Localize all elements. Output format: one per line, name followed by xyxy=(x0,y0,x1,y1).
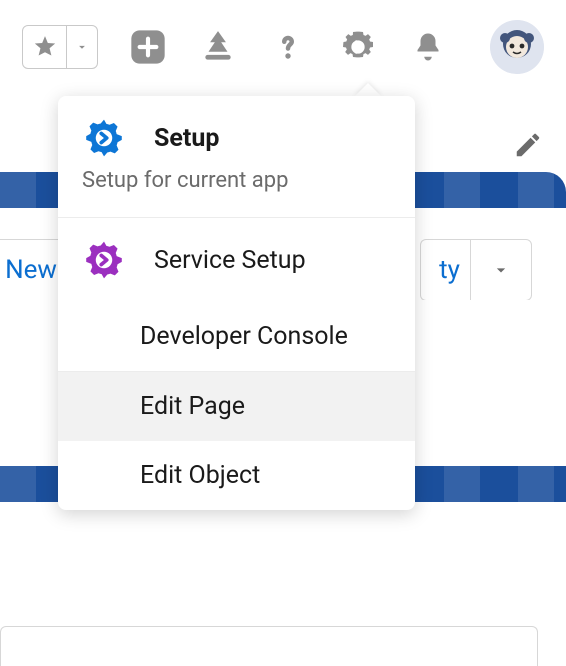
edit-object-label: Edit Object xyxy=(140,461,260,490)
trailhead-icon[interactable] xyxy=(198,27,238,67)
menu-pointer xyxy=(354,83,382,97)
add-icon[interactable] xyxy=(128,27,168,67)
dropdown-caret-button[interactable] xyxy=(470,239,532,301)
menu-item-service-setup[interactable]: Service Setup xyxy=(58,218,415,302)
favorites-group[interactable] xyxy=(22,25,98,69)
button-fragment[interactable]: ty xyxy=(420,239,470,301)
gear-icon xyxy=(82,116,126,160)
menu-item-edit-page[interactable]: Edit Page xyxy=(58,372,415,441)
new-button-fragment[interactable]: New xyxy=(0,239,62,301)
menu-item-edit-object[interactable]: Edit Object xyxy=(58,441,415,510)
ty-fragment: ty xyxy=(439,255,460,285)
star-icon[interactable] xyxy=(23,26,67,68)
menu-item-setup[interactable]: Setup xyxy=(58,96,415,168)
favorites-caret-icon[interactable] xyxy=(67,26,97,68)
notifications-icon[interactable] xyxy=(408,27,448,67)
setup-menu: Setup Setup for current app Service Setu… xyxy=(58,96,415,510)
setup-label: Setup xyxy=(154,124,219,153)
panel-stub xyxy=(0,626,538,666)
new-label: New xyxy=(5,255,57,285)
setup-gear-icon[interactable] xyxy=(338,27,378,67)
setup-subtitle: Setup for current app xyxy=(58,168,415,218)
menu-item-developer-console[interactable]: Developer Console xyxy=(58,302,415,371)
edit-pencil-icon[interactable] xyxy=(508,125,548,165)
gear-icon xyxy=(82,238,126,282)
avatar[interactable] xyxy=(490,20,544,74)
edit-page-label: Edit Page xyxy=(140,392,245,421)
help-icon[interactable] xyxy=(268,27,308,67)
service-setup-label: Service Setup xyxy=(154,246,306,275)
developer-console-label: Developer Console xyxy=(140,322,348,351)
